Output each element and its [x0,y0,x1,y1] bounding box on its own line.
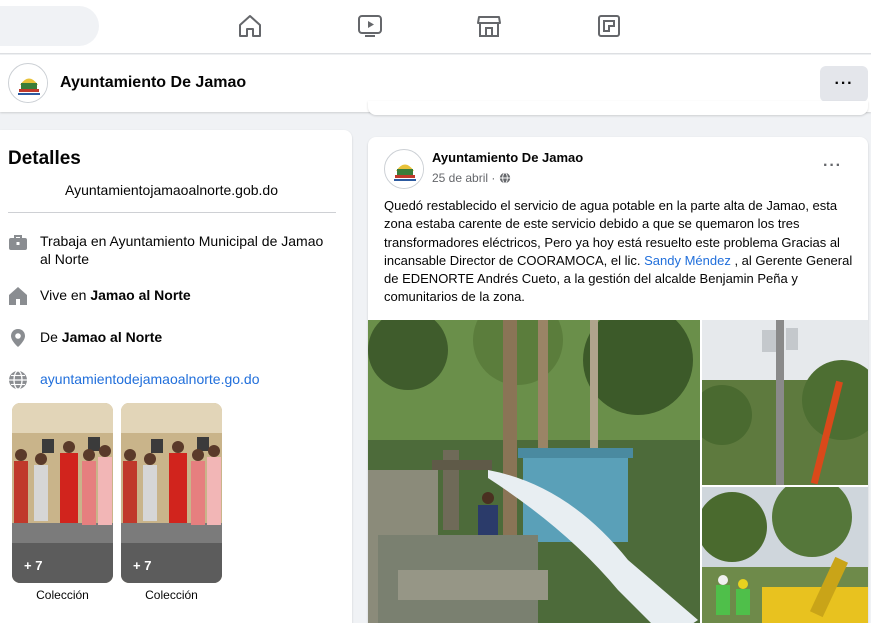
date-separator: · [488,171,499,185]
post-body: Quedó restablecido el servicio de agua p… [384,197,854,307]
post-author-name[interactable]: Ayuntamiento De Jamao [432,150,583,165]
lives-prefix: Vive en [40,287,91,303]
post-date[interactable]: 25 de abril [432,171,488,185]
from-prefix: De [40,329,62,345]
work-prefix: Trabaja en [40,233,110,249]
post-card: Ayuntamiento De Jamao 25 de abril · ··· … [368,137,868,623]
page-avatar[interactable] [8,63,48,103]
from-place[interactable]: Jamao al Norte [62,329,162,345]
details-card: Detalles Ayuntamientojamaoalnorte.gob.do… [0,130,352,623]
info-row-work: Trabaja en Ayuntamiento Municipal de Jam… [8,232,338,268]
collection-thumbnail[interactable]: + 7 [12,403,113,583]
page-title[interactable]: Ayuntamiento De Jamao [60,74,246,92]
post-options-button[interactable]: ··· [823,157,842,175]
utility-pole-photo [702,320,868,485]
home-icon[interactable] [236,12,264,40]
info-row-lives: Vive en Jamao al Norte [8,286,338,306]
details-website-text: Ayuntamientojamaoalnorte.gob.do [64,182,278,198]
website-link[interactable]: ayuntamientodejamaoalnorte.go.do [40,370,260,388]
water-pipe-photo [368,320,700,623]
divider [8,212,336,213]
post-timestamp: 25 de abril · [432,171,511,185]
info-row-website: ayuntamientodejamaoalnorte.go.do [8,370,338,390]
post-photo-pole[interactable] [702,320,868,485]
post-author-avatar[interactable] [384,149,424,189]
gaming-icon[interactable] [595,12,623,40]
previous-post-card [368,101,868,115]
marketplace-icon[interactable] [475,12,503,40]
collection-count: + 7 [24,558,43,573]
collection-thumbnail[interactable]: + 7 [121,403,222,583]
details-heading: Detalles [8,148,81,169]
globe-icon [8,370,28,390]
location-pin-icon [8,328,28,348]
group-photo [12,403,113,583]
lives-place[interactable]: Jamao al Norte [90,287,190,303]
search-input[interactable] [0,6,99,46]
post-photo-main[interactable] [368,320,700,623]
mention-link[interactable]: Sandy Méndez [644,253,731,268]
collection-label[interactable]: Colección [12,588,113,602]
post-photo-workers[interactable] [702,487,868,623]
globe-icon [499,172,510,184]
collection-label[interactable]: Colección [121,588,222,602]
group-photo [121,403,222,583]
collection-count: + 7 [133,558,152,573]
watch-icon[interactable] [356,12,384,40]
top-navigation [0,0,871,54]
workers-photo [702,487,868,623]
briefcase-icon [8,232,28,252]
info-row-from: De Jamao al Norte [8,328,338,348]
home-icon [8,286,28,306]
more-options-button[interactable]: ··· [820,66,868,102]
